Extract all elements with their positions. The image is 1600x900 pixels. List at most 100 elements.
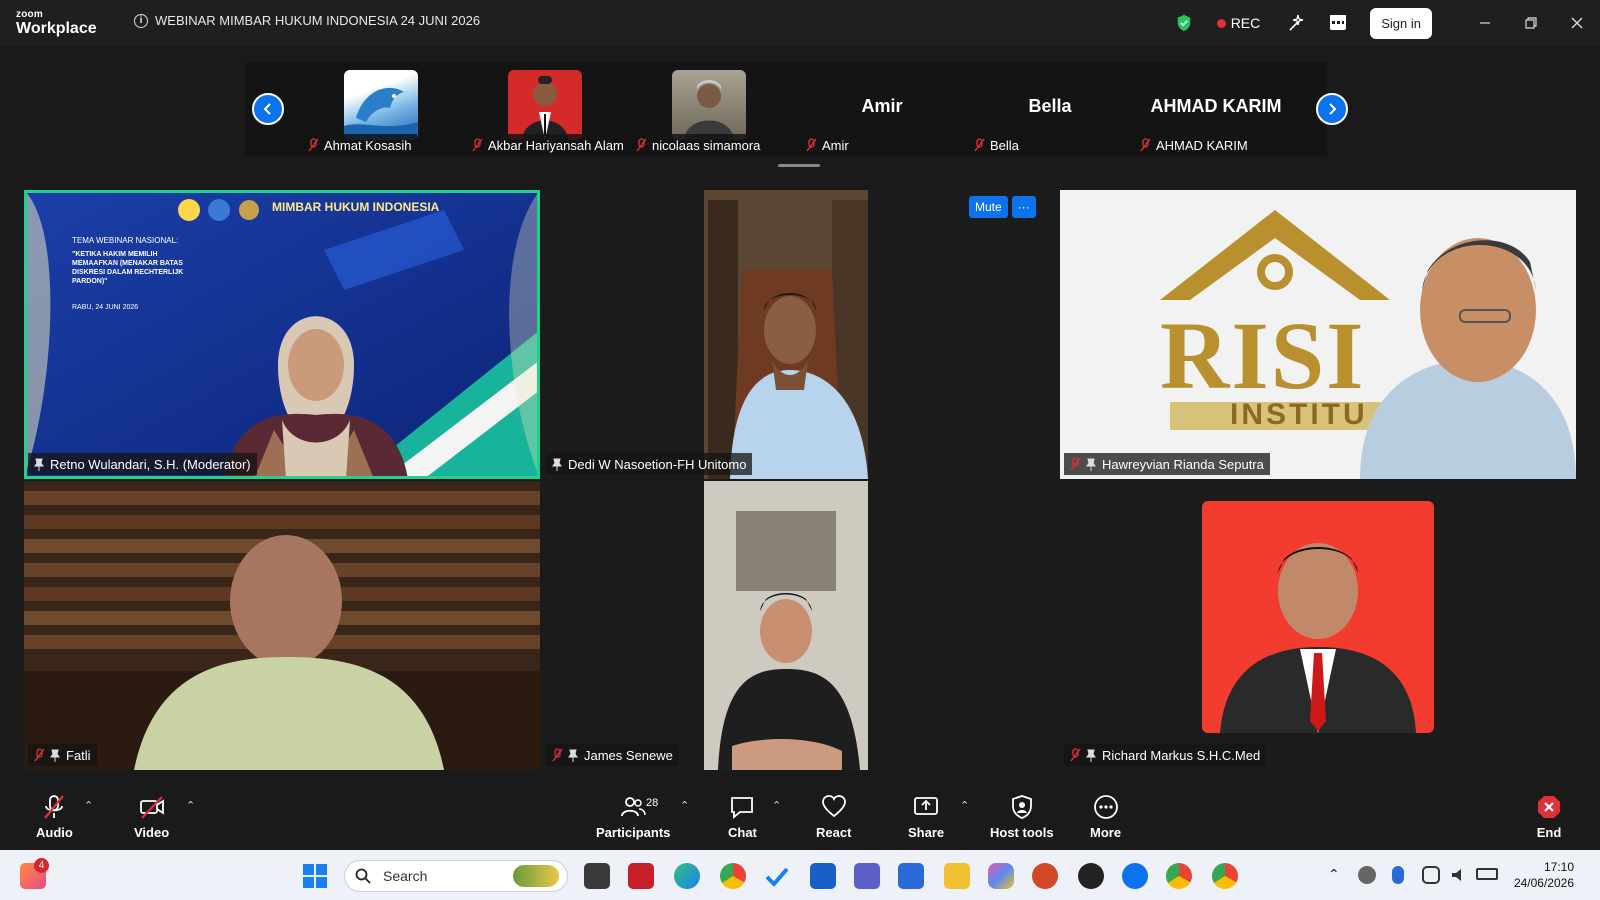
word-icon[interactable]	[810, 863, 836, 889]
participants-button[interactable]: Participants	[596, 794, 670, 840]
sign-in-button[interactable]: Sign in	[1370, 7, 1432, 39]
video-tile[interactable]: Fatli	[24, 481, 540, 770]
file-explorer-icon[interactable]	[944, 863, 970, 889]
chat-options-caret[interactable]: ⌃	[772, 799, 781, 812]
participant-label: Ahmat Kosasih	[302, 134, 418, 156]
participant-name: Bella	[990, 137, 1019, 153]
end-meeting-button[interactable]: End	[1536, 794, 1562, 840]
media-player-icon[interactable]	[1078, 863, 1104, 889]
participant-label: nicolaas simamora	[630, 134, 767, 156]
copilot-icon[interactable]	[988, 863, 1014, 889]
strip-participant[interactable]: Bella Bella	[968, 70, 1132, 156]
react-label: React	[816, 825, 852, 840]
minimize-icon[interactable]	[1462, 0, 1508, 46]
video-feed	[1060, 481, 1576, 770]
taskbar-clock[interactable]: 17:10 24/06/2026	[1514, 859, 1574, 891]
audio-label: Audio	[36, 825, 73, 840]
security-shield-icon[interactable]	[1175, 14, 1193, 32]
tray-cloud-icon[interactable]	[1358, 866, 1376, 884]
strip-participant[interactable]: nicolaas simamora	[630, 70, 794, 156]
powerpoint-icon[interactable]	[1032, 863, 1058, 889]
strip-participant[interactable]: Ahmat Kosasih	[302, 70, 466, 156]
recording-indicator[interactable]: REC	[1216, 15, 1260, 31]
chrome-profile-icon[interactable]	[1166, 863, 1192, 889]
participant-display-name: Amir	[861, 96, 903, 116]
edge-browser-icon[interactable]	[674, 863, 700, 889]
participant-name: nicolaas simamora	[652, 137, 761, 153]
video-feed	[542, 190, 1058, 479]
meeting-title-text: WEBINAR MIMBAR HUKUM INDONESIA 24 JUNI 2…	[155, 13, 481, 28]
info-icon[interactable]: i	[134, 13, 148, 28]
windows-start-icon[interactable]	[302, 863, 328, 889]
apps-grid-icon[interactable]	[1328, 13, 1348, 33]
tray-mic-icon[interactable]	[1392, 866, 1404, 884]
slide-date: RABU, 24 JUNI 2026	[72, 304, 139, 311]
battery-icon[interactable]	[1476, 868, 1498, 880]
strip-next-button[interactable]	[1316, 93, 1348, 125]
video-button[interactable]: Video	[134, 794, 169, 840]
todo-icon[interactable]	[764, 863, 790, 889]
mic-muted-icon	[974, 138, 985, 152]
tile-label: Fatli	[28, 744, 97, 766]
participant-name: Fatli	[66, 747, 91, 763]
tray-display-icon[interactable]	[1422, 866, 1440, 884]
strip-page-indicator	[778, 164, 820, 167]
audio-button[interactable]: Audio	[36, 794, 73, 840]
video-feed	[24, 190, 540, 479]
participant-name: James Senewe	[584, 747, 673, 763]
video-tile[interactable]: Dedi W Nasoetion-FH Unitomo	[542, 190, 1058, 479]
mic-muted-icon	[806, 138, 817, 152]
ai-companion-icon[interactable]	[1286, 13, 1306, 33]
zoom-taskbar-icon[interactable]	[1122, 863, 1148, 889]
mic-muted-icon	[472, 138, 483, 152]
taskbar-search-input[interactable]: Search	[344, 860, 568, 892]
video-tile[interactable]: Richard Markus S.H.C.Med	[1060, 481, 1576, 770]
participant-name: Akbar Hariyansah Alam	[488, 137, 624, 153]
speaker-icon[interactable]	[1450, 866, 1468, 884]
react-button[interactable]: React	[816, 794, 851, 840]
slide-quote: "KETIKA HAKIM MEMILIH MEMAAFKAN (MENAKAR…	[72, 251, 184, 285]
tile-label: Hawreyvian Rianda Seputra	[1064, 453, 1270, 475]
share-button[interactable]: Share	[908, 794, 944, 840]
search-icon	[355, 868, 371, 884]
notepad-icon[interactable]	[898, 863, 924, 889]
more-button[interactable]: More	[1090, 794, 1121, 840]
chrome-profile-2-icon[interactable]	[1212, 863, 1238, 889]
tray-expand-icon[interactable]: ⌃	[1328, 866, 1340, 883]
meeting-title[interactable]: i WEBINAR MIMBAR HUKUM INDONESIA 24 JUNI…	[134, 13, 480, 28]
participant-name: Richard Markus S.H.C.Med	[1102, 747, 1261, 763]
teams-icon[interactable]	[854, 863, 880, 889]
video-tile-active-speaker[interactable]: MIMBAR HUKUM INDONESIA TEMA WEBINAR NASI…	[24, 190, 540, 479]
video-tile[interactable]: RISI INSTITU Hawreyvian Rianda Seputra	[1060, 190, 1576, 479]
video-options-caret[interactable]: ⌃	[186, 799, 195, 812]
pin-icon	[1086, 749, 1096, 762]
mic-muted-icon	[636, 138, 647, 152]
host-tools-button[interactable]: Host tools	[990, 794, 1054, 840]
strip-participant[interactable]: Akbar Hariyansah Alam	[466, 70, 630, 156]
share-options-caret[interactable]: ⌃	[960, 799, 969, 812]
close-icon[interactable]	[1554, 0, 1600, 46]
participants-options-caret[interactable]: ⌃	[680, 799, 689, 812]
strip-participant[interactable]: Amir Amir	[800, 70, 964, 156]
participant-display-name: Bella	[1028, 96, 1072, 116]
strip-participant[interactable]: AHMAD KARIM AHMAD KARIM	[1134, 70, 1298, 156]
mic-muted-icon	[552, 748, 563, 762]
participants-icon	[621, 797, 646, 817]
mute-participant-button[interactable]: Mute	[969, 196, 1008, 218]
audio-options-caret[interactable]: ⌃	[84, 799, 93, 812]
participant-more-button[interactable]: ···	[1011, 196, 1036, 218]
pin-icon	[34, 458, 44, 471]
video-tile[interactable]: James Senewe	[542, 481, 1058, 770]
chat-icon	[731, 797, 754, 819]
participant-name: Retno Wulandari, S.H. (Moderator)	[50, 456, 251, 472]
task-view-icon[interactable]	[584, 863, 610, 889]
mcafee-icon[interactable]	[628, 863, 654, 889]
strip-prev-button[interactable]	[252, 93, 284, 125]
chrome-icon[interactable]	[720, 863, 746, 889]
restore-icon[interactable]	[1508, 0, 1554, 46]
participants-label: Participants	[596, 825, 671, 840]
chat-button[interactable]: Chat	[728, 794, 757, 840]
clock-date: 24/06/2026	[1513, 876, 1574, 890]
participant-strip: Ahmat Kosasih Akbar Hariyansah Alam nico…	[0, 46, 1600, 176]
participant-label: Akbar Hariyansah Alam	[466, 134, 630, 156]
